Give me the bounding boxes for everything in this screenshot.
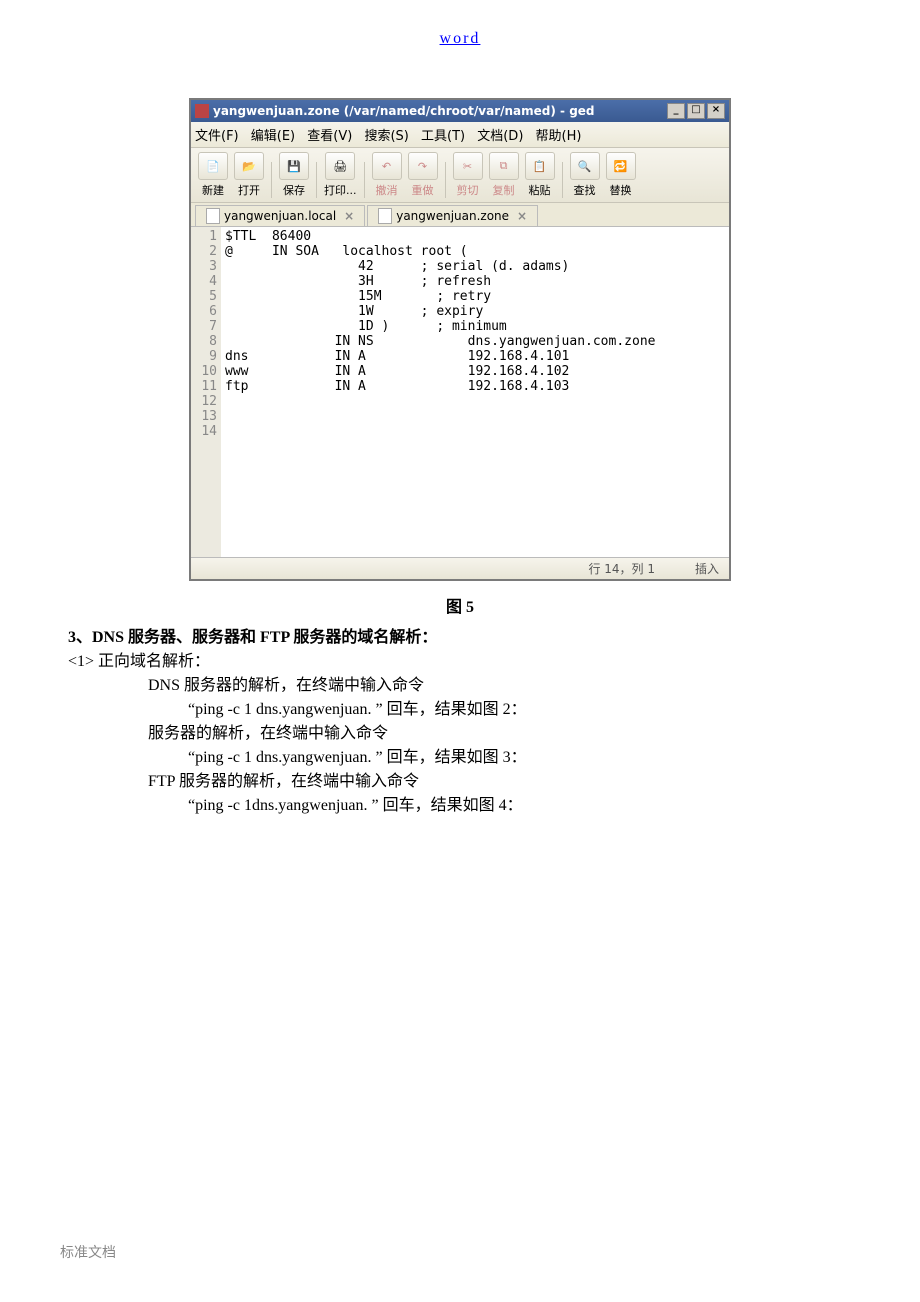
cut-button[interactable]: ✂剪切 [453, 152, 483, 198]
new-icon: 📄 [198, 152, 228, 180]
file-icon [378, 208, 392, 224]
line-number: 7 [195, 319, 217, 334]
line-number: 6 [195, 304, 217, 319]
body-line: “ping -c 1 dns.yangwenjuan. ” 回车，结果如图 2： [188, 695, 852, 719]
tab-bar: yangwenjuan.local× yangwenjuan.zone× [191, 203, 729, 227]
toolbar: 📄新建 📂打开 💾保存 🖨打印... ↶撤消 ↷重做 ✂剪切 ⧉复制 📋粘贴 🔍… [191, 148, 729, 203]
separator [445, 162, 446, 198]
line-number: 1 [195, 229, 217, 244]
line-number: 4 [195, 274, 217, 289]
replace-icon: 🔁 [606, 152, 636, 180]
find-icon: 🔍 [570, 152, 600, 180]
line-number: 14 [195, 424, 217, 439]
paste-icon: 📋 [525, 152, 555, 180]
window-title: yangwenjuan.zone (/var/named/chroot/var/… [213, 104, 665, 118]
cursor-position: 行 14，列 1 [588, 560, 655, 577]
header-link-text: word [440, 30, 481, 47]
separator [562, 162, 563, 198]
line-gutter: 1234567891011121314 [191, 227, 221, 557]
redo-icon: ↷ [408, 152, 438, 180]
gedit-window: yangwenjuan.zone (/var/named/chroot/var/… [189, 98, 731, 581]
line-number: 5 [195, 289, 217, 304]
line-number: 10 [195, 364, 217, 379]
menu-tools[interactable]: 工具(T) [421, 129, 465, 144]
body-line: “ping -c 1dns.yangwenjuan. ” 回车，结果如图 4： [188, 791, 852, 815]
body-line: 服务器的解析，在终端中输入命令 [148, 719, 852, 743]
menu-edit[interactable]: 编辑(E) [251, 129, 295, 144]
line-number: 13 [195, 409, 217, 424]
save-icon: 💾 [279, 152, 309, 180]
open-button[interactable]: 📂打开 [234, 152, 264, 198]
replace-button[interactable]: 🔁替换 [606, 152, 636, 198]
separator [271, 162, 272, 198]
undo-icon: ↶ [372, 152, 402, 180]
line-number: 2 [195, 244, 217, 259]
open-icon: 📂 [234, 152, 264, 180]
redo-button[interactable]: ↷重做 [408, 152, 438, 198]
minimize-button[interactable]: _ [667, 103, 685, 119]
menu-docs[interactable]: 文档(D) [477, 129, 523, 144]
titlebar[interactable]: yangwenjuan.zone (/var/named/chroot/var/… [191, 100, 729, 122]
body-section: 3、DNS 服务器、服务器和 FTP 服务器的域名解析： <1> 正向域名解析：… [68, 623, 852, 815]
body-line: DNS 服务器的解析，在终端中输入命令 [148, 671, 852, 695]
paste-button[interactable]: 📋粘贴 [525, 152, 555, 198]
subheading: <1> 正向域名解析： [68, 647, 852, 671]
separator [316, 162, 317, 198]
editor-area[interactable]: 1234567891011121314 $TTL 86400 @ IN SOA … [191, 227, 729, 557]
find-button[interactable]: 🔍查找 [570, 152, 600, 198]
tab-zone[interactable]: yangwenjuan.zone× [367, 205, 538, 226]
line-number: 8 [195, 334, 217, 349]
page-footer: 标准文档 [60, 1242, 116, 1262]
copy-button[interactable]: ⧉复制 [489, 152, 519, 198]
app-icon [195, 104, 209, 118]
separator [364, 162, 365, 198]
insert-mode: 插入 [695, 560, 719, 577]
tab-local[interactable]: yangwenjuan.local× [195, 205, 365, 226]
body-line: FTP 服务器的解析，在终端中输入命令 [148, 767, 852, 791]
new-button[interactable]: 📄新建 [198, 152, 228, 198]
menubar: 文件(F) 编辑(E) 查看(V) 搜索(S) 工具(T) 文档(D) 帮助(H… [191, 122, 729, 148]
figure-caption: 图 5 [60, 593, 860, 617]
undo-button[interactable]: ↶撤消 [372, 152, 402, 198]
line-number: 3 [195, 259, 217, 274]
maximize-button[interactable]: □ [687, 103, 705, 119]
save-button[interactable]: 💾保存 [279, 152, 309, 198]
copy-icon: ⧉ [489, 152, 519, 180]
cut-icon: ✂ [453, 152, 483, 180]
menu-view[interactable]: 查看(V) [307, 129, 352, 144]
statusbar: 行 14，列 1 插入 [191, 557, 729, 579]
tab-close-icon[interactable]: × [344, 209, 354, 223]
line-number: 11 [195, 379, 217, 394]
file-icon [206, 208, 220, 224]
menu-search[interactable]: 搜索(S) [364, 129, 408, 144]
code-content[interactable]: $TTL 86400 @ IN SOA localhost root ( 42 … [221, 227, 729, 557]
tab-close-icon[interactable]: × [517, 209, 527, 223]
menu-file[interactable]: 文件(F) [195, 129, 239, 144]
menu-help[interactable]: 帮助(H) [536, 129, 582, 144]
print-button[interactable]: 🖨打印... [324, 152, 357, 198]
close-button[interactable]: × [707, 103, 725, 119]
line-number: 12 [195, 394, 217, 409]
section-heading: 3、DNS 服务器、服务器和 FTP 服务器的域名解析： [68, 623, 852, 647]
line-number: 9 [195, 349, 217, 364]
page-header-link: word [60, 30, 860, 48]
print-icon: 🖨 [325, 152, 355, 180]
body-line: “ping -c 1 dns.yangwenjuan. ” 回车，结果如图 3： [188, 743, 852, 767]
